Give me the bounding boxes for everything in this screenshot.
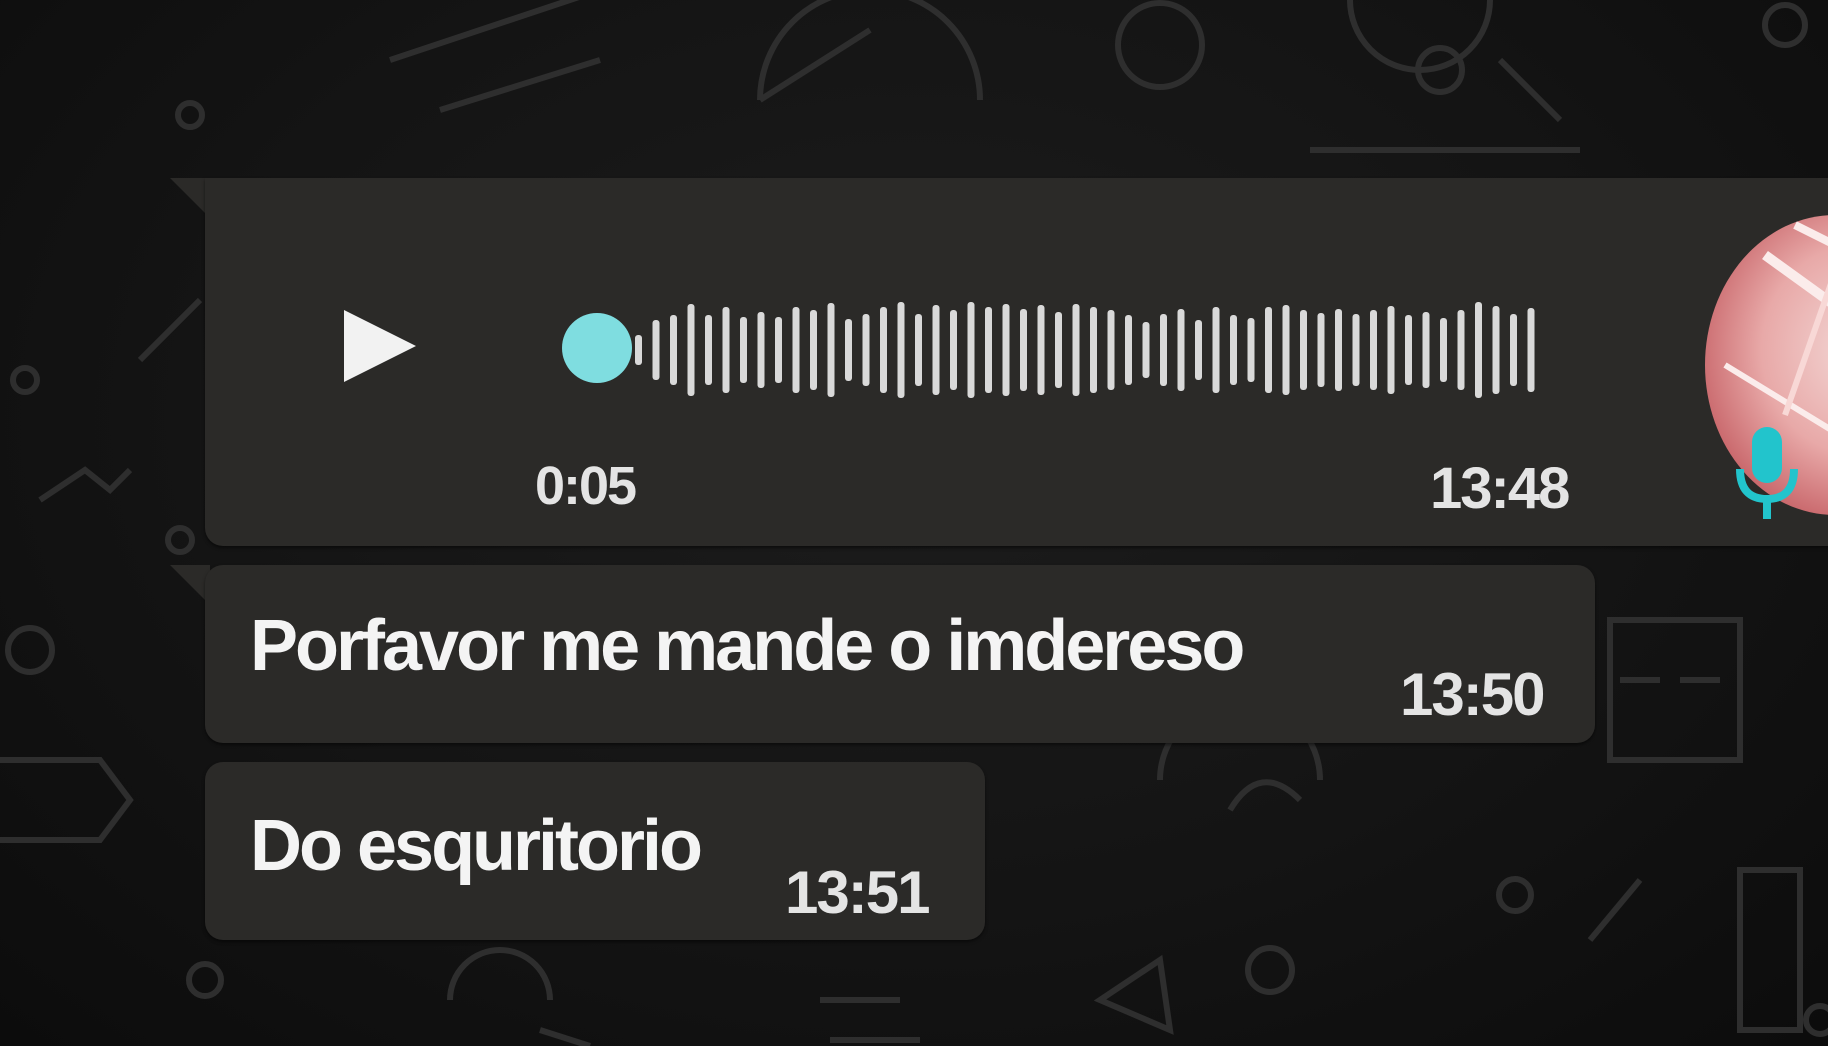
waveform-bar xyxy=(1527,308,1535,392)
waveform-bar xyxy=(1037,305,1045,395)
waveform-bar xyxy=(740,317,747,383)
playback-progress-knob[interactable] xyxy=(562,313,632,383)
waveform-bar xyxy=(880,307,887,393)
waveform-bar xyxy=(1440,318,1447,382)
voice-timestamp: 13:48 xyxy=(1430,456,1570,521)
message-text: Porfavor me mande o imdereso xyxy=(250,606,1245,686)
waveform-bar xyxy=(1352,314,1360,386)
waveform-bar xyxy=(950,310,957,390)
waveform-bar xyxy=(1160,314,1167,386)
waveform-bar xyxy=(862,314,870,386)
waveform-bar xyxy=(827,303,835,397)
voice-bubble-tail xyxy=(170,178,210,218)
waveform-bar xyxy=(915,314,922,386)
waveform-bar xyxy=(705,315,712,385)
waveform-bar xyxy=(897,302,905,398)
waveform-bar xyxy=(1317,313,1325,387)
waveform-bar xyxy=(1195,320,1202,380)
waveform-bar xyxy=(1247,318,1255,382)
waveform-bar xyxy=(687,304,695,396)
waveform-bar xyxy=(1457,310,1465,390)
waveform-bar xyxy=(652,320,660,380)
waveform-bar xyxy=(1475,302,1482,398)
waveform-bar xyxy=(932,305,940,395)
waveform-bar xyxy=(1510,314,1517,386)
waveform-bar xyxy=(1055,312,1062,388)
waveform-bar xyxy=(1405,315,1412,385)
waveform-bar xyxy=(1125,315,1132,385)
waveform-bar xyxy=(1142,322,1150,378)
waveform-bar xyxy=(670,315,677,385)
waveform-bar xyxy=(1422,312,1430,388)
waveform-bar xyxy=(810,310,817,390)
voice-duration: 0:05 xyxy=(535,456,637,516)
waveform-bar xyxy=(1335,309,1342,391)
waveform-bar xyxy=(1020,309,1027,391)
waveform-bar xyxy=(722,307,730,393)
message-timestamp: 13:51 xyxy=(785,859,930,926)
waveform-bar xyxy=(985,307,992,393)
microphone-icon xyxy=(1736,427,1798,519)
chat-area: 0:05 13:48 Porfavor me mande o imdereso … xyxy=(0,0,1828,1046)
message-bubble-tail xyxy=(170,565,210,605)
waveform-bar xyxy=(1387,306,1395,394)
waveform-bar xyxy=(967,302,975,398)
waveform-bar xyxy=(1370,310,1377,390)
waveform-bar xyxy=(1230,315,1237,385)
message-timestamp: 13:50 xyxy=(1400,661,1545,728)
waveform-bar xyxy=(1177,309,1185,391)
waveform-bar xyxy=(1265,307,1272,393)
waveform-bar xyxy=(635,335,642,365)
waveform-bar xyxy=(792,307,800,393)
waveform-bar xyxy=(1300,310,1307,390)
waveform-bar xyxy=(775,317,782,383)
waveform-bar xyxy=(1492,306,1500,394)
waveform-bar xyxy=(1107,310,1115,390)
message-text: Do esquritorio xyxy=(250,806,703,886)
waveform-bar xyxy=(757,312,765,388)
waveform-bar xyxy=(845,319,852,381)
waveform-bar xyxy=(1002,304,1010,396)
play-icon xyxy=(344,310,416,382)
waveform-bar xyxy=(1212,307,1220,393)
waveform-bar xyxy=(1090,307,1097,393)
waveform-bar xyxy=(1282,305,1290,395)
waveform-bar xyxy=(1072,304,1080,396)
audio-waveform[interactable] xyxy=(635,290,1565,410)
play-button[interactable] xyxy=(340,306,420,386)
